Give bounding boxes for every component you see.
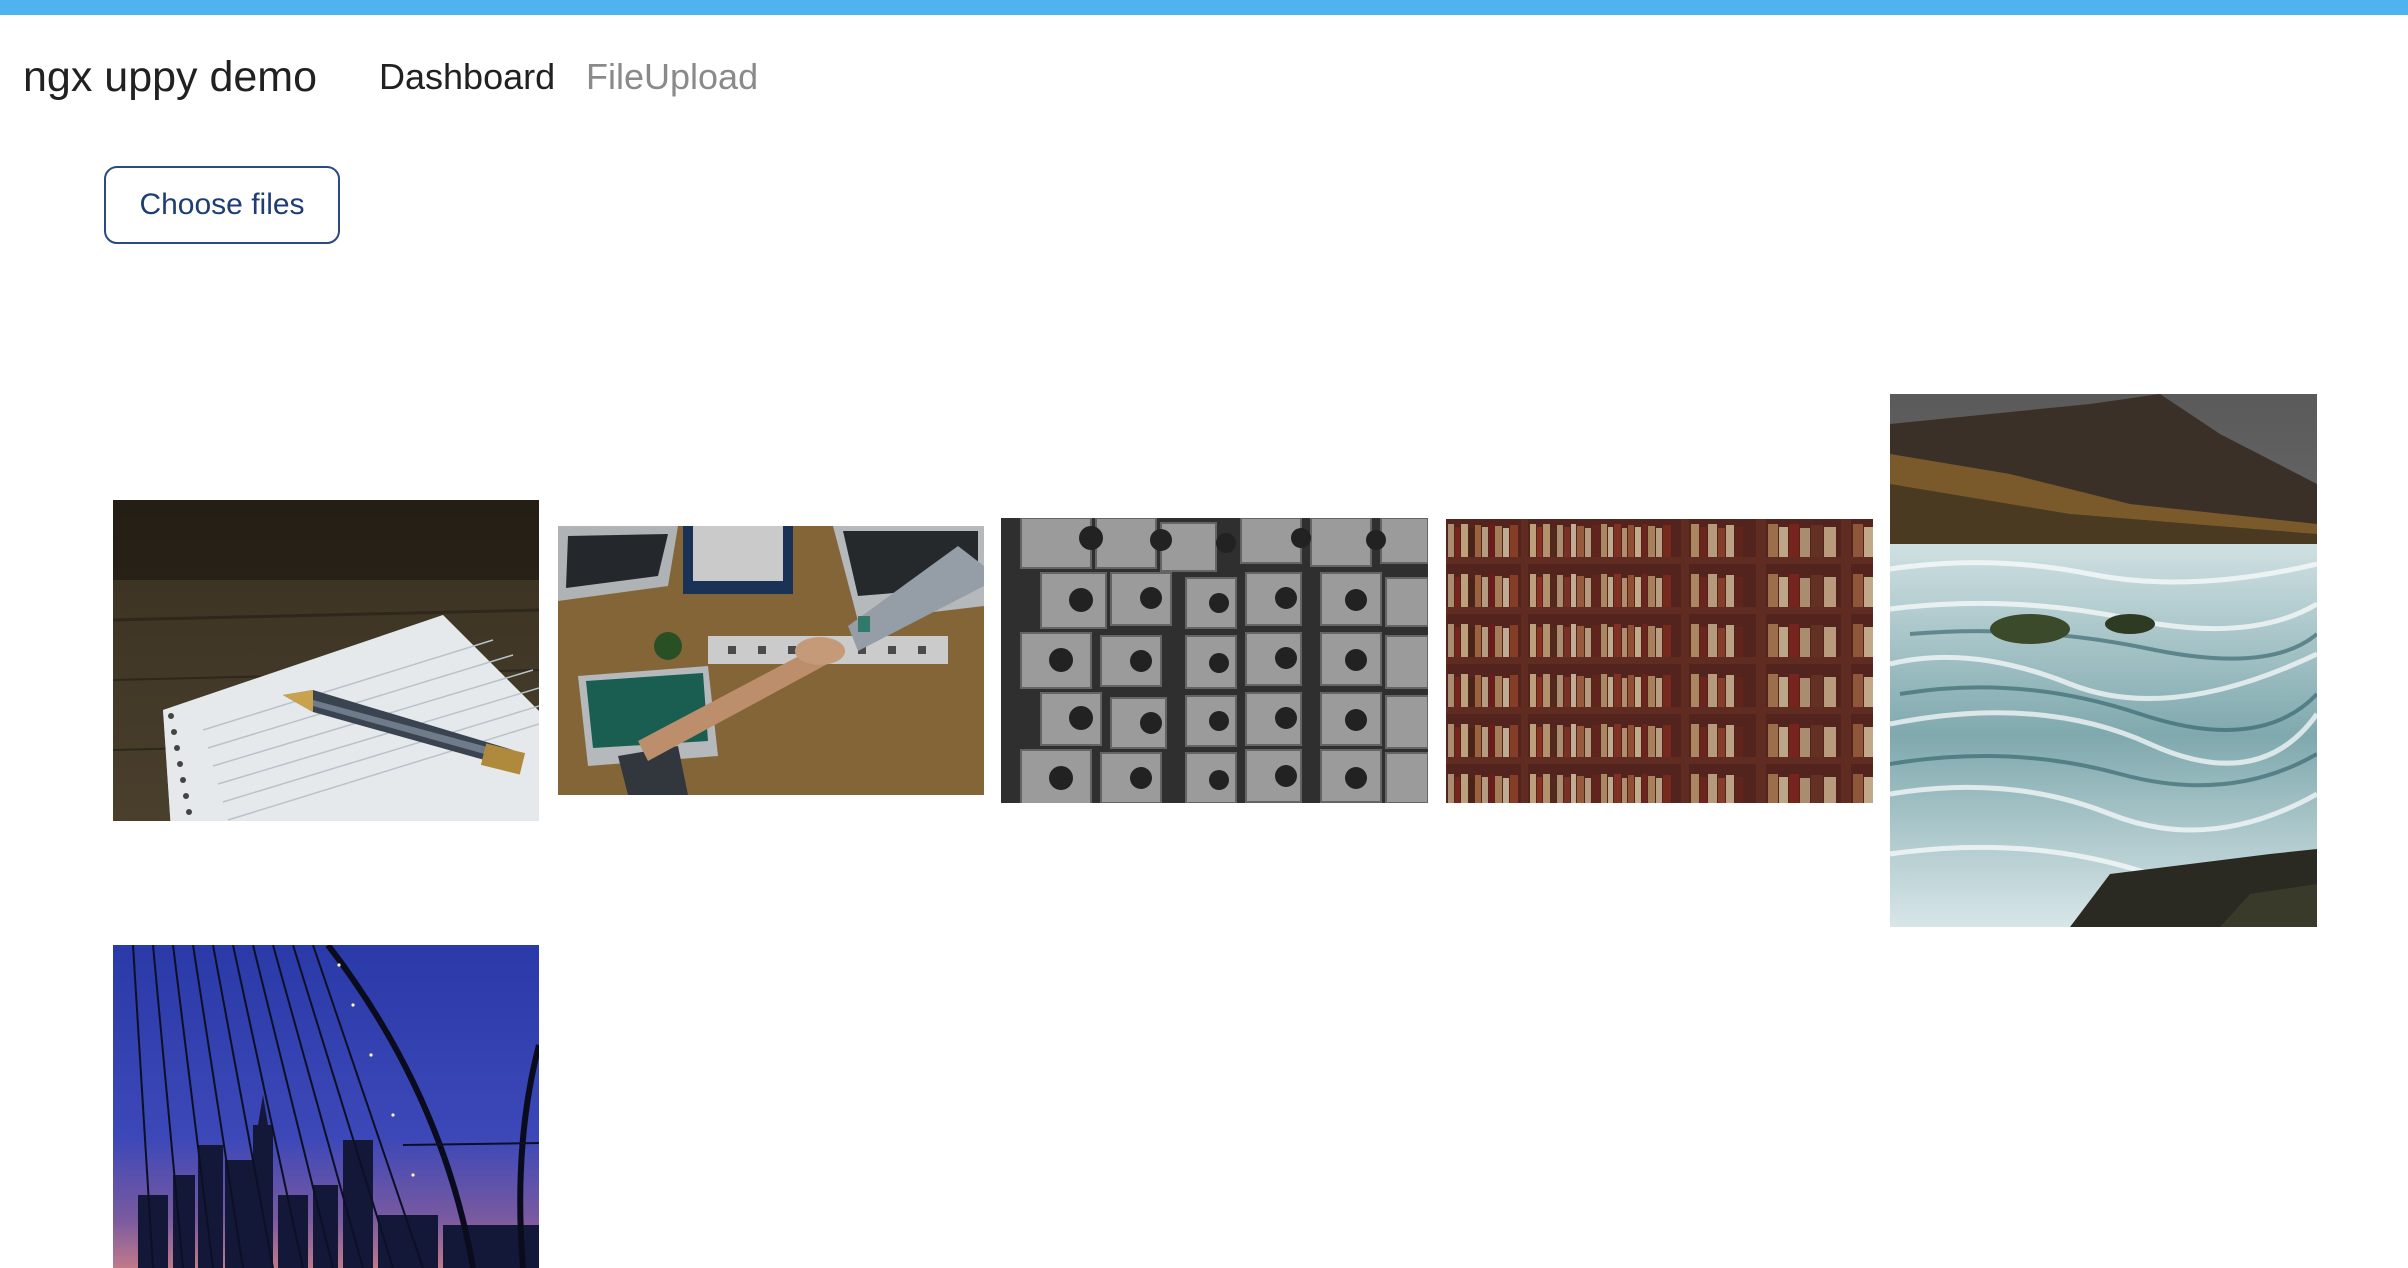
library-photo bbox=[1446, 519, 1873, 803]
choose-files-button[interactable]: Choose files bbox=[104, 166, 340, 244]
notebook-photo bbox=[113, 500, 539, 821]
image-thumbnail-library[interactable] bbox=[1446, 519, 1873, 803]
top-accent-bar bbox=[0, 0, 2408, 15]
waterfall-photo bbox=[1890, 394, 2317, 927]
nav-link-dashboard[interactable]: Dashboard bbox=[379, 15, 555, 135]
handshake-photo bbox=[558, 526, 984, 795]
nav-link-fileupload[interactable]: FileUpload bbox=[586, 15, 758, 135]
image-thumbnail-bridge[interactable] bbox=[113, 945, 539, 1268]
image-thumbnail-building[interactable] bbox=[1001, 518, 1428, 803]
building-photo bbox=[1001, 518, 1428, 803]
bridge-photo bbox=[113, 945, 539, 1268]
image-thumbnail-handshake[interactable] bbox=[558, 526, 984, 795]
image-thumbnail-notebook[interactable] bbox=[113, 500, 539, 821]
image-thumbnail-waterfall[interactable] bbox=[1890, 394, 2317, 927]
app-brand[interactable]: ngx uppy demo bbox=[23, 15, 317, 135]
navbar: ngx uppy demo Dashboard FileUpload bbox=[0, 15, 2408, 135]
